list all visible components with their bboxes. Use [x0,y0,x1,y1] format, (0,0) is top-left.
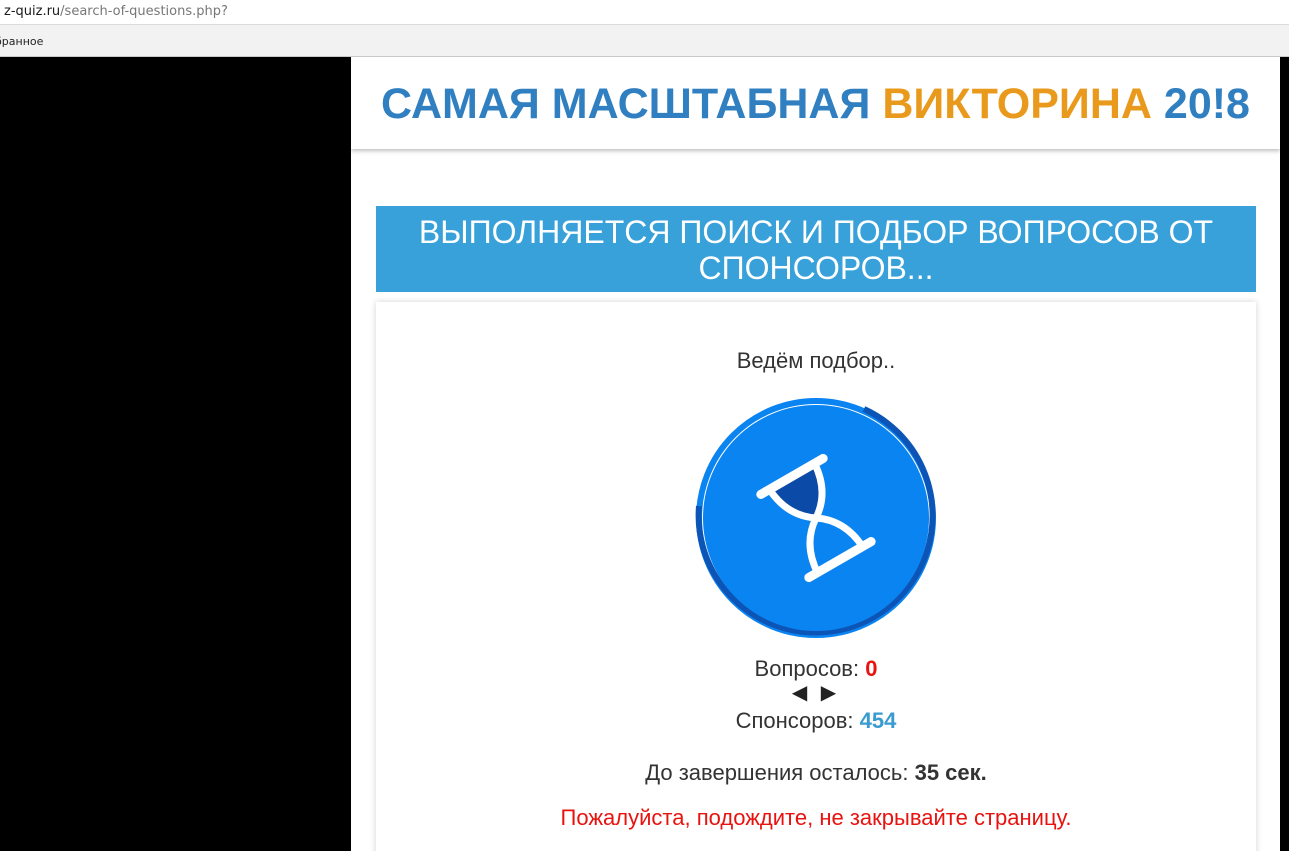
address-bar[interactable]: z-quiz.ru/search-of-questions.php? [0,0,1289,25]
sponsors-counter: Спонсоров: 454 [376,708,1256,734]
hourglass-icon [695,398,936,638]
title-accent: ВИКТОРИНА [882,80,1152,128]
exchange-arrows: ◀ ▶ [791,682,841,704]
bookmark-item[interactable]: бранное [0,25,43,56]
search-card: Ведём подбор.. Вопросов: 0 ◀ ▶ Спонсоров… [376,302,1256,851]
url-domain: z-quiz.ru [4,4,61,19]
timer-value: 35 сек. [914,760,987,785]
questions-count: 0 [865,656,878,681]
page-content: САМАЯ МАСШТАБНАЯ ВИКТОРИНА 20!8 ВЫПОЛНЯЕ… [351,57,1280,851]
url-path: /search-of-questions.php? [60,4,228,19]
title-part-2: 20!8 [1151,80,1250,128]
search-banner: ВЫПОЛНЯЕТСЯ ПОИСК И ПОДБОР ВОПРОСОВ ОТ С… [376,206,1256,292]
sponsors-count: 454 [859,708,897,733]
status-label: Ведём подбор.. [736,348,896,373]
right-gutter [1280,57,1289,851]
title-part-1: САМАЯ МАСШТАБНАЯ [381,80,883,128]
site-title: САМАЯ МАСШТАБНАЯ ВИКТОРИНА 20!8 [351,57,1280,129]
timer-label: До завершения осталось: [645,760,915,785]
sponsors-label: Спонсоров: [735,708,860,733]
questions-counter: Вопросов: 0 [376,656,1256,682]
wait-notice: Пожалуйста, подождите, не закрывайте стр… [560,805,1072,830]
countdown-timer: До завершения осталось: 35 сек. [376,760,1256,786]
bookmarks-bar: бранное [0,25,1289,57]
site-header: САМАЯ МАСШТАБНАЯ ВИКТОРИНА 20!8 [351,57,1280,149]
questions-label: Вопросов: [754,656,866,681]
